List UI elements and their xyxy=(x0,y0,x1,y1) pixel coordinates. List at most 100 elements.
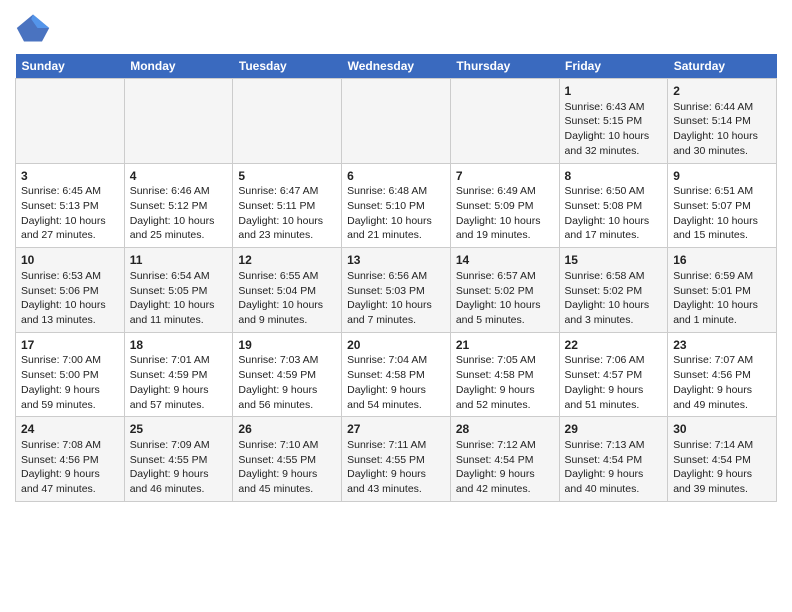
day-number: 22 xyxy=(565,337,663,354)
day-number: 2 xyxy=(673,83,771,100)
day-number: 4 xyxy=(130,168,228,185)
header-saturday: Saturday xyxy=(668,54,777,79)
header-thursday: Thursday xyxy=(450,54,559,79)
day-number: 11 xyxy=(130,252,228,269)
page-container: SundayMondayTuesdayWednesdayThursdayFrid… xyxy=(0,0,792,512)
week-row-2: 10Sunrise: 6:53 AMSunset: 5:06 PMDayligh… xyxy=(16,248,777,333)
calendar-cell: 15Sunrise: 6:58 AMSunset: 5:02 PMDayligh… xyxy=(559,248,668,333)
day-info: Sunset: 5:07 PM xyxy=(673,199,771,214)
day-number: 27 xyxy=(347,421,445,438)
day-info: Sunset: 4:55 PM xyxy=(130,453,228,468)
week-row-1: 3Sunrise: 6:45 AMSunset: 5:13 PMDaylight… xyxy=(16,163,777,248)
day-number: 15 xyxy=(565,252,663,269)
header-wednesday: Wednesday xyxy=(342,54,451,79)
day-info: Daylight: 9 hours and 59 minutes. xyxy=(21,383,119,412)
day-number: 12 xyxy=(238,252,336,269)
day-info: Daylight: 9 hours and 52 minutes. xyxy=(456,383,554,412)
day-info: Daylight: 10 hours and 27 minutes. xyxy=(21,214,119,243)
day-info: Sunrise: 6:48 AM xyxy=(347,184,445,199)
day-info: Sunset: 4:54 PM xyxy=(456,453,554,468)
day-info: Daylight: 10 hours and 32 minutes. xyxy=(565,129,663,158)
day-info: Daylight: 10 hours and 19 minutes. xyxy=(456,214,554,243)
calendar-cell: 26Sunrise: 7:10 AMSunset: 4:55 PMDayligh… xyxy=(233,417,342,502)
day-info: Sunset: 4:55 PM xyxy=(347,453,445,468)
header-tuesday: Tuesday xyxy=(233,54,342,79)
day-info: Daylight: 9 hours and 54 minutes. xyxy=(347,383,445,412)
day-info: Daylight: 10 hours and 11 minutes. xyxy=(130,298,228,327)
day-number: 30 xyxy=(673,421,771,438)
day-info: Sunset: 4:58 PM xyxy=(347,368,445,383)
calendar-cell: 13Sunrise: 6:56 AMSunset: 5:03 PMDayligh… xyxy=(342,248,451,333)
day-number: 8 xyxy=(565,168,663,185)
day-number: 16 xyxy=(673,252,771,269)
day-info: Sunrise: 6:59 AM xyxy=(673,269,771,284)
calendar-cell: 20Sunrise: 7:04 AMSunset: 4:58 PMDayligh… xyxy=(342,332,451,417)
day-info: Daylight: 9 hours and 45 minutes. xyxy=(238,467,336,496)
day-info: Sunset: 5:10 PM xyxy=(347,199,445,214)
day-number: 3 xyxy=(21,168,119,185)
day-info: Sunrise: 6:49 AM xyxy=(456,184,554,199)
day-number: 13 xyxy=(347,252,445,269)
calendar-cell: 10Sunrise: 6:53 AMSunset: 5:06 PMDayligh… xyxy=(16,248,125,333)
day-info: Sunset: 5:06 PM xyxy=(21,284,119,299)
calendar-cell: 6Sunrise: 6:48 AMSunset: 5:10 PMDaylight… xyxy=(342,163,451,248)
day-info: Sunrise: 7:09 AM xyxy=(130,438,228,453)
day-info: Sunrise: 7:10 AM xyxy=(238,438,336,453)
day-info: Sunset: 5:11 PM xyxy=(238,199,336,214)
day-info: Sunrise: 7:05 AM xyxy=(456,353,554,368)
day-info: Sunset: 5:00 PM xyxy=(21,368,119,383)
day-info: Daylight: 10 hours and 17 minutes. xyxy=(565,214,663,243)
calendar-cell: 5Sunrise: 6:47 AMSunset: 5:11 PMDaylight… xyxy=(233,163,342,248)
calendar-cell: 12Sunrise: 6:55 AMSunset: 5:04 PMDayligh… xyxy=(233,248,342,333)
day-info: Daylight: 10 hours and 15 minutes. xyxy=(673,214,771,243)
day-number: 23 xyxy=(673,337,771,354)
day-info: Sunrise: 6:43 AM xyxy=(565,100,663,115)
day-info: Daylight: 10 hours and 21 minutes. xyxy=(347,214,445,243)
calendar-cell: 22Sunrise: 7:06 AMSunset: 4:57 PMDayligh… xyxy=(559,332,668,417)
calendar-cell: 9Sunrise: 6:51 AMSunset: 5:07 PMDaylight… xyxy=(668,163,777,248)
page-header xyxy=(15,10,777,46)
day-info: Daylight: 10 hours and 13 minutes. xyxy=(21,298,119,327)
calendar-cell: 24Sunrise: 7:08 AMSunset: 4:56 PMDayligh… xyxy=(16,417,125,502)
calendar-cell: 25Sunrise: 7:09 AMSunset: 4:55 PMDayligh… xyxy=(124,417,233,502)
day-info: Sunset: 4:59 PM xyxy=(130,368,228,383)
day-number: 29 xyxy=(565,421,663,438)
day-number: 1 xyxy=(565,83,663,100)
calendar-cell: 4Sunrise: 6:46 AMSunset: 5:12 PMDaylight… xyxy=(124,163,233,248)
calendar-cell: 21Sunrise: 7:05 AMSunset: 4:58 PMDayligh… xyxy=(450,332,559,417)
calendar-cell: 18Sunrise: 7:01 AMSunset: 4:59 PMDayligh… xyxy=(124,332,233,417)
day-info: Sunset: 5:02 PM xyxy=(565,284,663,299)
day-info: Sunrise: 7:00 AM xyxy=(21,353,119,368)
calendar-cell: 30Sunrise: 7:14 AMSunset: 4:54 PMDayligh… xyxy=(668,417,777,502)
day-info: Daylight: 10 hours and 5 minutes. xyxy=(456,298,554,327)
day-info: Daylight: 9 hours and 49 minutes. xyxy=(673,383,771,412)
day-info: Sunrise: 6:46 AM xyxy=(130,184,228,199)
day-number: 25 xyxy=(130,421,228,438)
calendar-header-row: SundayMondayTuesdayWednesdayThursdayFrid… xyxy=(16,54,777,79)
day-info: Sunrise: 6:47 AM xyxy=(238,184,336,199)
day-info: Sunset: 4:56 PM xyxy=(673,368,771,383)
day-info: Daylight: 9 hours and 43 minutes. xyxy=(347,467,445,496)
day-info: Sunset: 4:58 PM xyxy=(456,368,554,383)
day-info: Sunset: 4:54 PM xyxy=(673,453,771,468)
day-number: 26 xyxy=(238,421,336,438)
day-info: Sunrise: 7:07 AM xyxy=(673,353,771,368)
day-info: Sunset: 5:12 PM xyxy=(130,199,228,214)
day-info: Daylight: 10 hours and 1 minute. xyxy=(673,298,771,327)
week-row-4: 24Sunrise: 7:08 AMSunset: 4:56 PMDayligh… xyxy=(16,417,777,502)
day-info: Sunset: 5:05 PM xyxy=(130,284,228,299)
day-number: 18 xyxy=(130,337,228,354)
calendar-cell: 2Sunrise: 6:44 AMSunset: 5:14 PMDaylight… xyxy=(668,79,777,164)
day-info: Sunset: 5:04 PM xyxy=(238,284,336,299)
calendar-table: SundayMondayTuesdayWednesdayThursdayFrid… xyxy=(15,54,777,502)
day-number: 21 xyxy=(456,337,554,354)
calendar-cell: 11Sunrise: 6:54 AMSunset: 5:05 PMDayligh… xyxy=(124,248,233,333)
day-number: 28 xyxy=(456,421,554,438)
calendar-cell: 3Sunrise: 6:45 AMSunset: 5:13 PMDaylight… xyxy=(16,163,125,248)
day-info: Daylight: 9 hours and 47 minutes. xyxy=(21,467,119,496)
day-info: Daylight: 10 hours and 30 minutes. xyxy=(673,129,771,158)
day-info: Sunset: 4:55 PM xyxy=(238,453,336,468)
day-info: Sunrise: 6:50 AM xyxy=(565,184,663,199)
day-info: Sunset: 5:01 PM xyxy=(673,284,771,299)
day-info: Sunset: 4:57 PM xyxy=(565,368,663,383)
